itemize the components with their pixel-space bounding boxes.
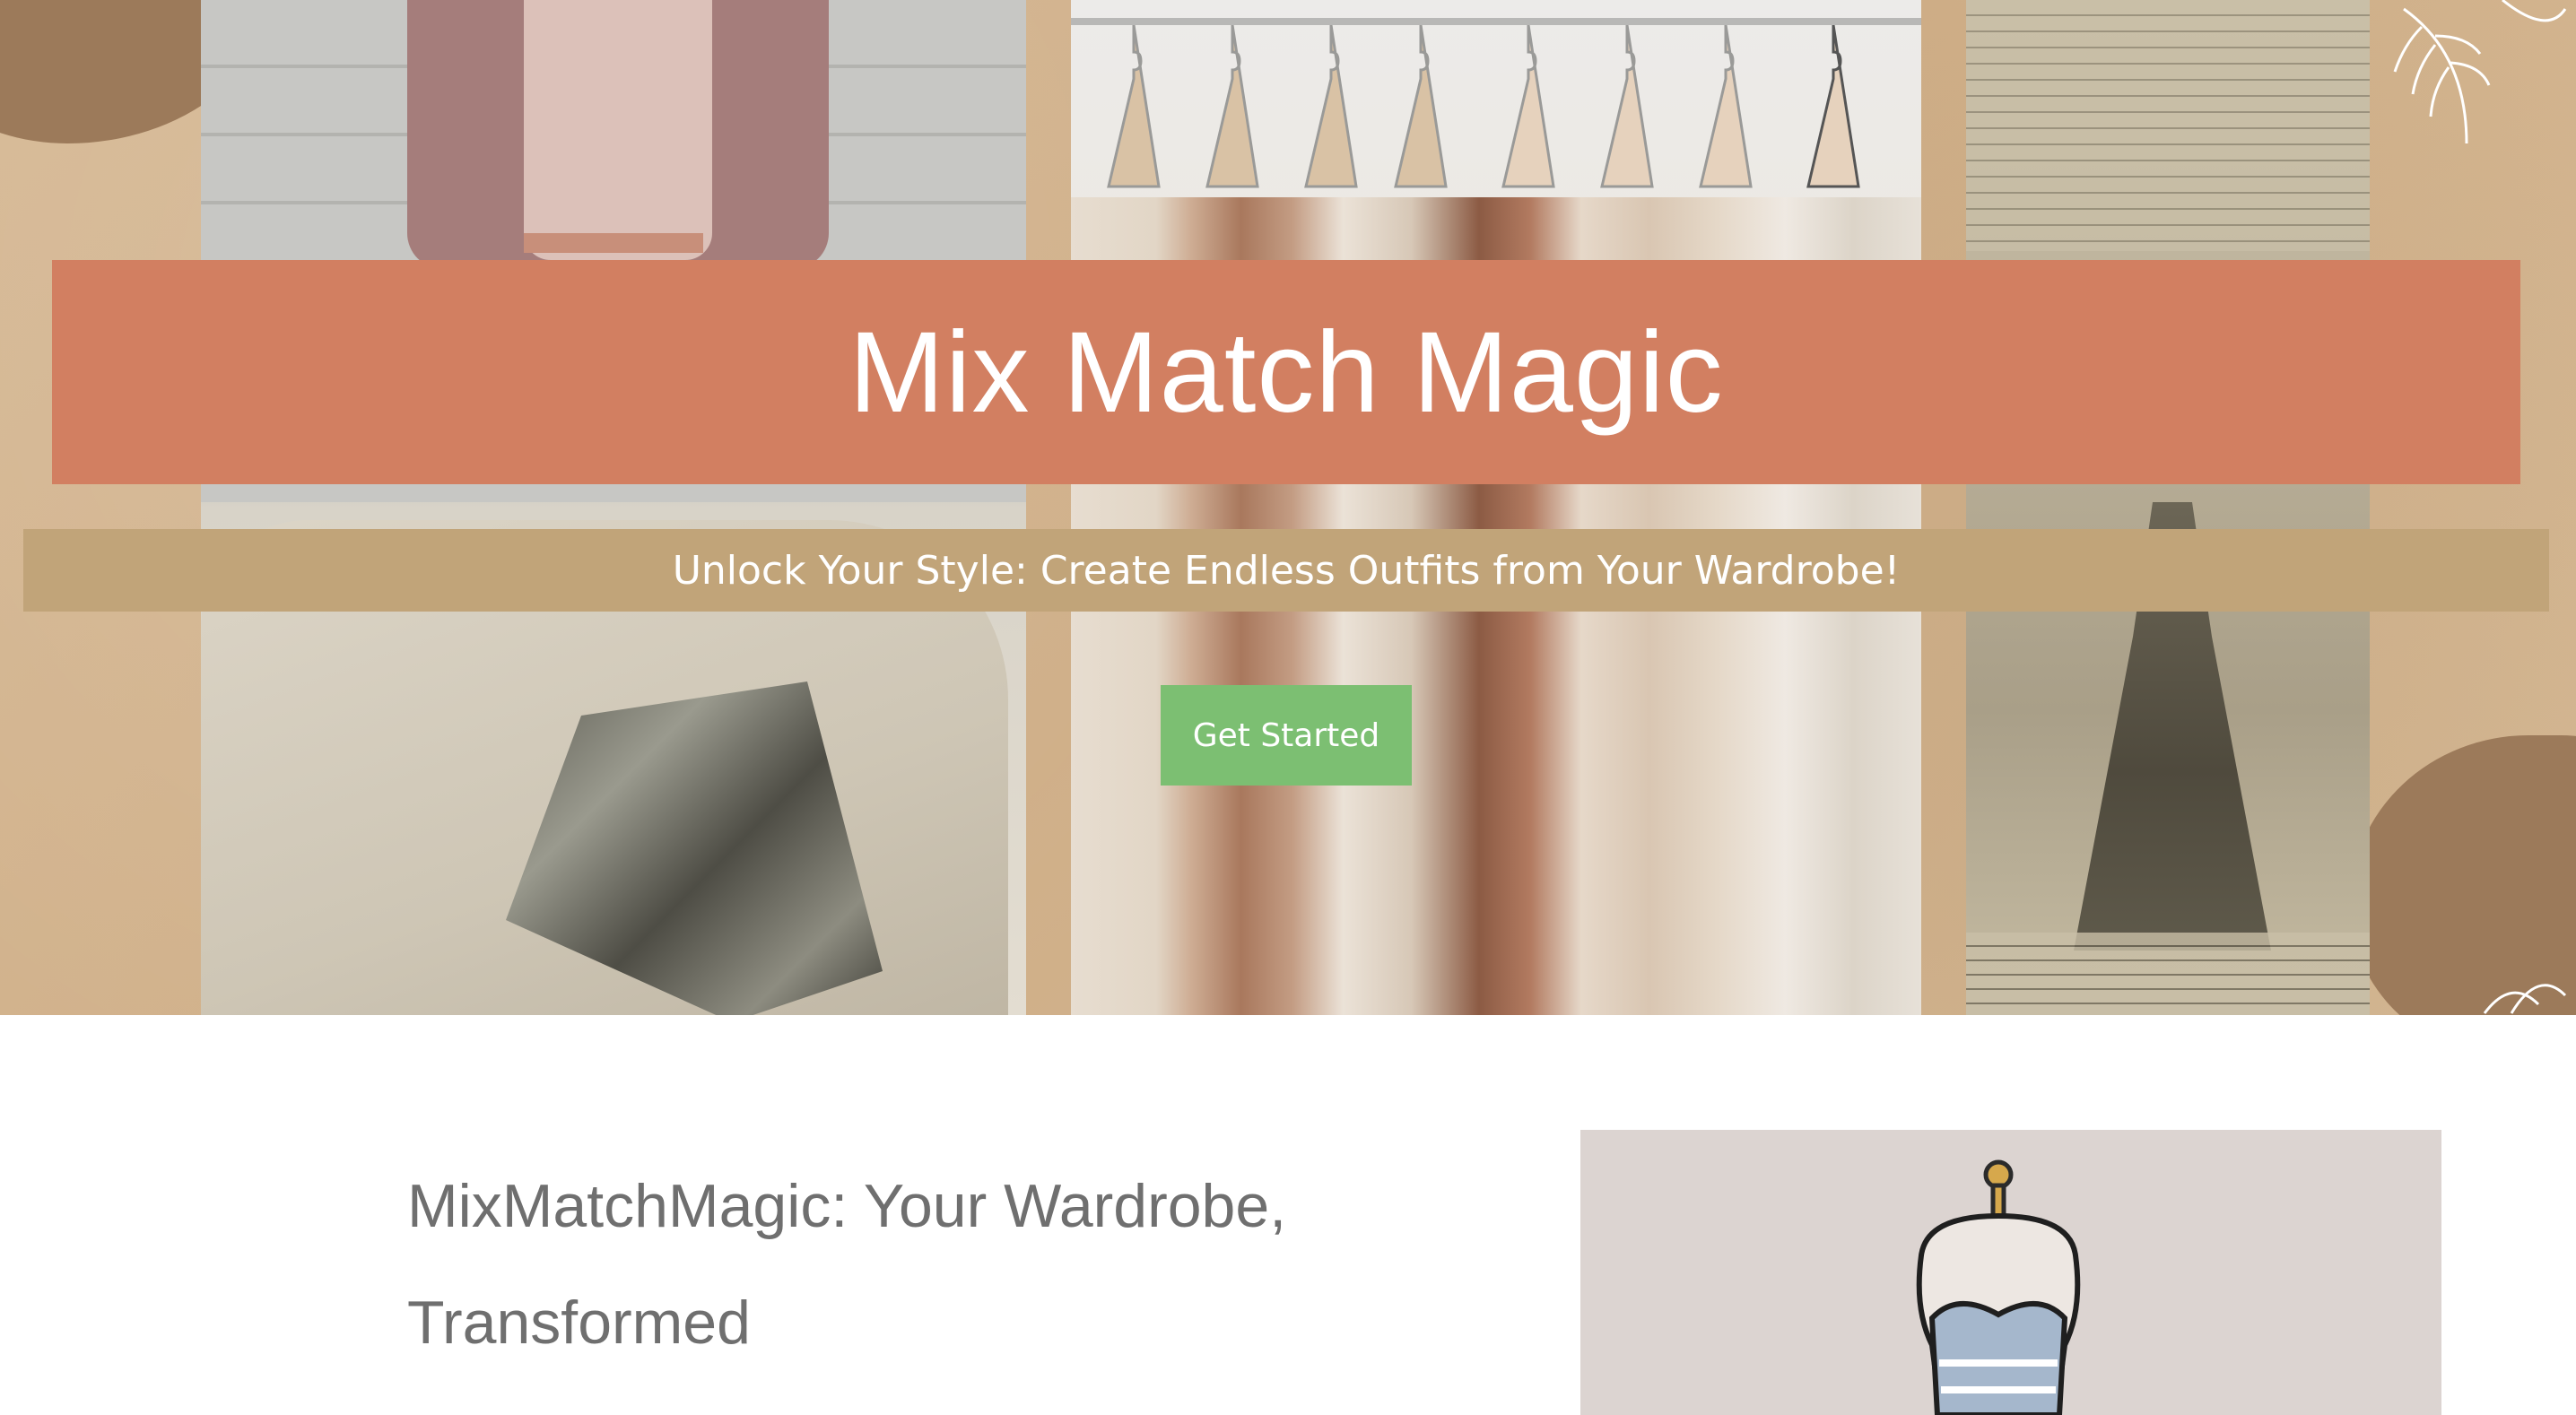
hero-photo-vintage-print: [1966, 0, 2370, 1015]
vintage-caption-text: [1966, 933, 2370, 1015]
hanger-icon: [1107, 25, 1161, 188]
hanger-icon: [1699, 25, 1753, 188]
vintage-text-block: [1966, 0, 2370, 251]
clothing-rod: [1071, 18, 1921, 25]
subtitle-banner: Unlock Your Style: Create Endless Outfit…: [23, 529, 2549, 612]
hanger-icon: [1394, 25, 1448, 188]
hero-photo-clothing-rack: [1071, 0, 1921, 1015]
site-tagline: Unlock Your Style: Create Endless Outfit…: [672, 547, 1901, 594]
about-heading-line-2: Transformed: [407, 1289, 751, 1357]
hanger-icon: [1600, 25, 1654, 188]
dress-form-illustration: [1580, 1130, 2441, 1415]
dress-form-icon: [1916, 1159, 2081, 1415]
hanger-icon: [1806, 25, 1860, 188]
leaf-icon: [2483, 984, 2567, 1014]
about-heading-line-1: MixMatchMagic: Your Wardrobe,: [407, 1172, 1287, 1240]
about-heading: MixMatchMagic: Your Wardrobe, Transforme…: [407, 1148, 1484, 1381]
shirt: [524, 0, 712, 260]
hero-photo-outfit: [201, 0, 1026, 1015]
hanger-icon: [1304, 25, 1358, 188]
leaf-icon: [2393, 0, 2567, 144]
title-banner: Mix Match Magic: [52, 260, 2520, 484]
belt: [524, 233, 703, 253]
site-title: Mix Match Magic: [849, 308, 1724, 437]
hanger-icon: [1501, 25, 1555, 188]
get-started-button[interactable]: Get Started: [1161, 685, 1412, 786]
hero-section: Mix Match Magic Unlock Your Style: Creat…: [0, 0, 2576, 1015]
hanger-icon: [1205, 25, 1259, 188]
